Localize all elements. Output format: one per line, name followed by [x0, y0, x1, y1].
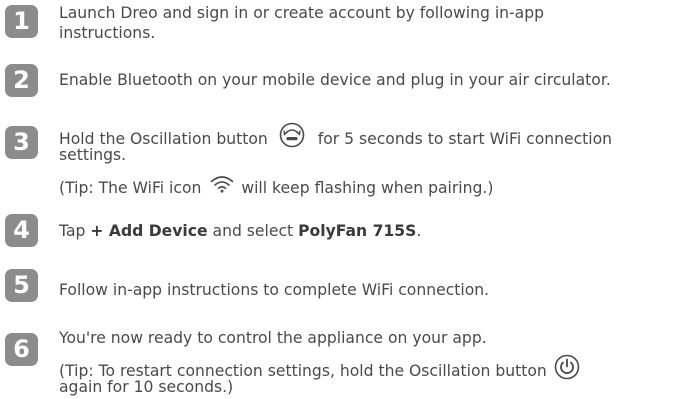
step-number-badge: 6	[5, 333, 38, 366]
model-name: PolyFan 715S	[298, 222, 417, 240]
step-text-line: Enable Bluetooth on your mobile device a…	[59, 71, 611, 89]
step-number-badge: 5	[5, 269, 38, 302]
step-text-segment: and select	[212, 222, 294, 240]
step-text-line: Tap + Add Device and select PolyFan 715S…	[59, 221, 687, 241]
step-number-badge: 4	[5, 214, 38, 247]
step-text-segment: Tap	[59, 222, 86, 240]
step-text-line: instructions.	[59, 24, 156, 42]
step-text-line: settings.	[59, 146, 127, 164]
tip-text-line: again for 10 seconds.)	[59, 378, 234, 396]
step-text-line: Launch Dreo and sign in or create accoun…	[59, 4, 545, 22]
tip-text-segment: (Tip: The WiFi icon	[59, 179, 202, 197]
step-number-badge: 3	[5, 126, 38, 159]
wifi-icon	[210, 175, 234, 198]
step-text-segment: .	[416, 222, 422, 240]
add-device-label: + Add Device	[90, 222, 208, 240]
step-text-line: You're now ready to control the applianc…	[59, 329, 487, 347]
step-number-badge: 2	[5, 64, 38, 97]
tip-text: (Tip: The WiFi icon will keep flashing w…	[59, 175, 494, 200]
tip-text-segment: will keep flashing when pairing.)	[241, 179, 494, 197]
step-text-line: Follow in-app instructions to complete W…	[59, 281, 490, 299]
power-icon	[554, 354, 580, 385]
step-number-badge: 1	[5, 5, 38, 38]
